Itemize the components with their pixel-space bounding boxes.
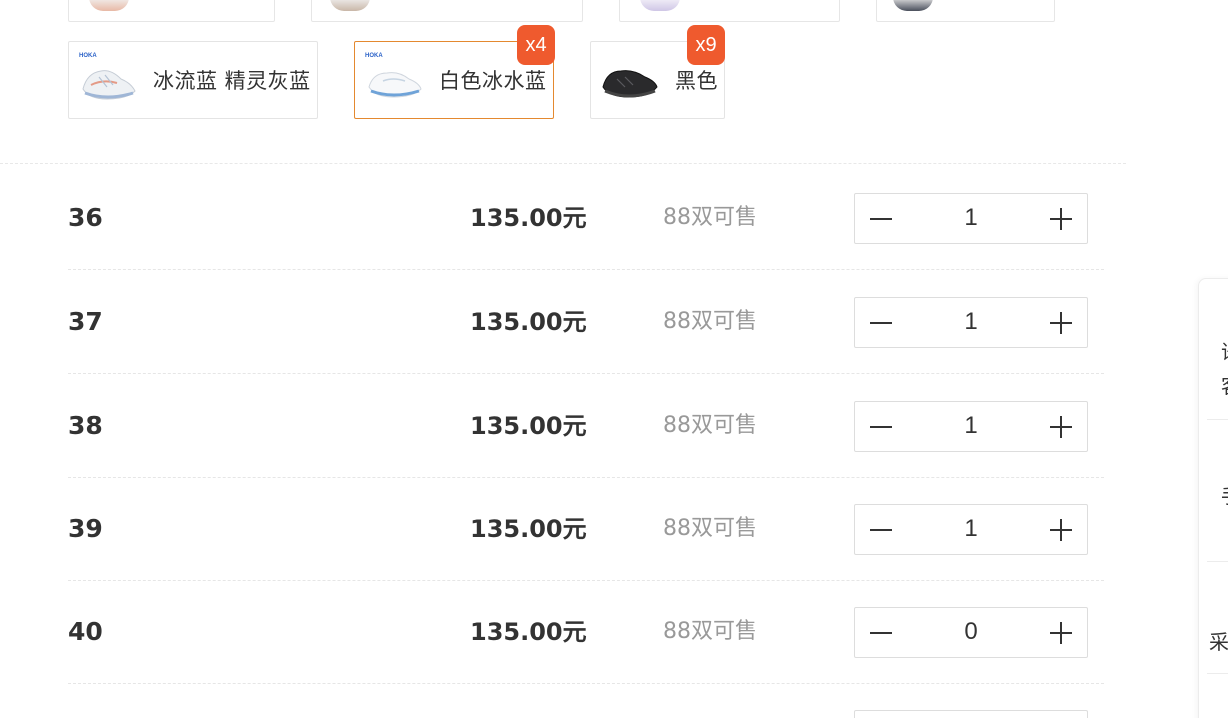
size-row-39: 39 135.00元 88双可售 1 [68, 477, 1104, 581]
plus-icon [1050, 207, 1072, 230]
shoe-thumbnail-icon: HOKA [363, 49, 425, 111]
color-option-white-ice-blue[interactable]: HOKA 白色冰水蓝 x4 [354, 25, 555, 119]
minus-icon [870, 321, 892, 324]
side-panel-text: 客 [1221, 375, 1228, 397]
decrease-button[interactable] [855, 608, 907, 657]
increase-button[interactable] [1035, 298, 1087, 347]
increase-button[interactable] [1035, 505, 1087, 554]
plus-icon [1050, 311, 1072, 334]
brand-logo: HOKA [365, 53, 383, 59]
quantity-stepper: 1 [854, 401, 1088, 452]
minus-icon [870, 631, 892, 634]
decrease-button[interactable] [855, 298, 907, 347]
quantity-value[interactable]: 1 [915, 194, 1027, 243]
shoe-thumbnail-icon [330, 0, 370, 11]
color-option-black[interactable]: 黑色 x9 [590, 25, 725, 119]
quantity-badge: x9 [687, 25, 725, 65]
size-label: 39 [68, 514, 103, 543]
shoe-thumbnail-icon [89, 0, 129, 11]
quantity-value[interactable]: 1 [915, 298, 1027, 347]
quantity-stepper: 1 [854, 504, 1088, 555]
quantity-stepper-partial[interactable] [854, 710, 1088, 718]
plus-icon [1050, 415, 1072, 438]
minus-icon [870, 217, 892, 220]
row-divider [68, 683, 1104, 684]
size-label: 37 [68, 307, 103, 336]
side-panel-text: 手 [1221, 485, 1228, 507]
side-panel-divider [1207, 673, 1228, 674]
stock-text: 88双可售 [663, 516, 757, 541]
decrease-button[interactable] [855, 194, 907, 243]
stock-text: 88双可售 [663, 309, 757, 334]
color-option-card-hidden[interactable] [68, 0, 275, 22]
size-label: 38 [68, 411, 103, 440]
price-text: 135.00元 [470, 515, 587, 543]
color-option-card-hidden[interactable] [311, 0, 583, 22]
shoe-thumbnail-icon: HOKA [77, 49, 139, 111]
shoe-thumbnail-icon [599, 49, 661, 111]
increase-button[interactable] [1035, 402, 1087, 451]
increase-button[interactable] [1035, 608, 1087, 657]
color-option-label: 黑色 [675, 69, 718, 93]
quantity-stepper: 1 [854, 193, 1088, 244]
size-label: 36 [68, 203, 103, 232]
side-panel-divider [1207, 561, 1228, 562]
color-option-label: 冰流蓝 精灵灰蓝 [153, 69, 311, 93]
quantity-badge: x4 [517, 25, 555, 65]
shoe-thumbnail-icon [640, 0, 680, 11]
side-panel-divider [1207, 419, 1228, 420]
side-service-panel[interactable]: 语 客 手 采 [1198, 278, 1228, 718]
shoe-thumbnail-icon [893, 0, 933, 11]
price-text: 135.00元 [470, 412, 587, 440]
quantity-value[interactable]: 0 [915, 608, 1027, 657]
price-text: 135.00元 [470, 618, 587, 646]
side-panel-text: 语 [1221, 341, 1228, 363]
plus-icon [1050, 518, 1072, 541]
quantity-stepper: 1 [854, 297, 1088, 348]
color-option-ice-blue[interactable]: HOKA 冰流蓝 精灵灰蓝 [68, 41, 318, 119]
decrease-button[interactable] [855, 505, 907, 554]
size-row-38: 38 135.00元 88双可售 1 [68, 374, 1104, 478]
plus-icon [1050, 621, 1072, 644]
price-text: 135.00元 [470, 308, 587, 336]
minus-icon [870, 425, 892, 428]
stock-text: 88双可售 [663, 619, 757, 644]
size-label: 40 [68, 617, 103, 646]
minus-icon [870, 528, 892, 531]
color-option-card-hidden[interactable] [619, 0, 840, 22]
price-text: 135.00元 [470, 204, 587, 232]
size-row-37: 37 135.00元 88双可售 1 [68, 270, 1104, 374]
brand-logo: HOKA [79, 53, 97, 59]
color-option-card-hidden[interactable] [876, 0, 1055, 22]
increase-button[interactable] [1035, 194, 1087, 243]
size-row-40: 40 135.00元 88双可售 0 [68, 580, 1104, 684]
size-row-36: 36 135.00元 88双可售 1 [68, 166, 1104, 270]
sku-selector-page: HOKA 冰流蓝 精灵灰蓝 HOKA 白色冰水蓝 x4 黑色 x9 36 135… [0, 0, 1228, 718]
stock-text: 88双可售 [663, 205, 757, 230]
quantity-value[interactable]: 1 [915, 505, 1027, 554]
color-option-label: 白色冰水蓝 [439, 69, 547, 93]
quantity-stepper: 0 [854, 607, 1088, 658]
side-panel-text: 采 [1209, 630, 1228, 654]
section-divider [0, 163, 1126, 164]
stock-text: 88双可售 [663, 413, 757, 438]
quantity-value[interactable]: 1 [915, 402, 1027, 451]
decrease-button[interactable] [855, 402, 907, 451]
